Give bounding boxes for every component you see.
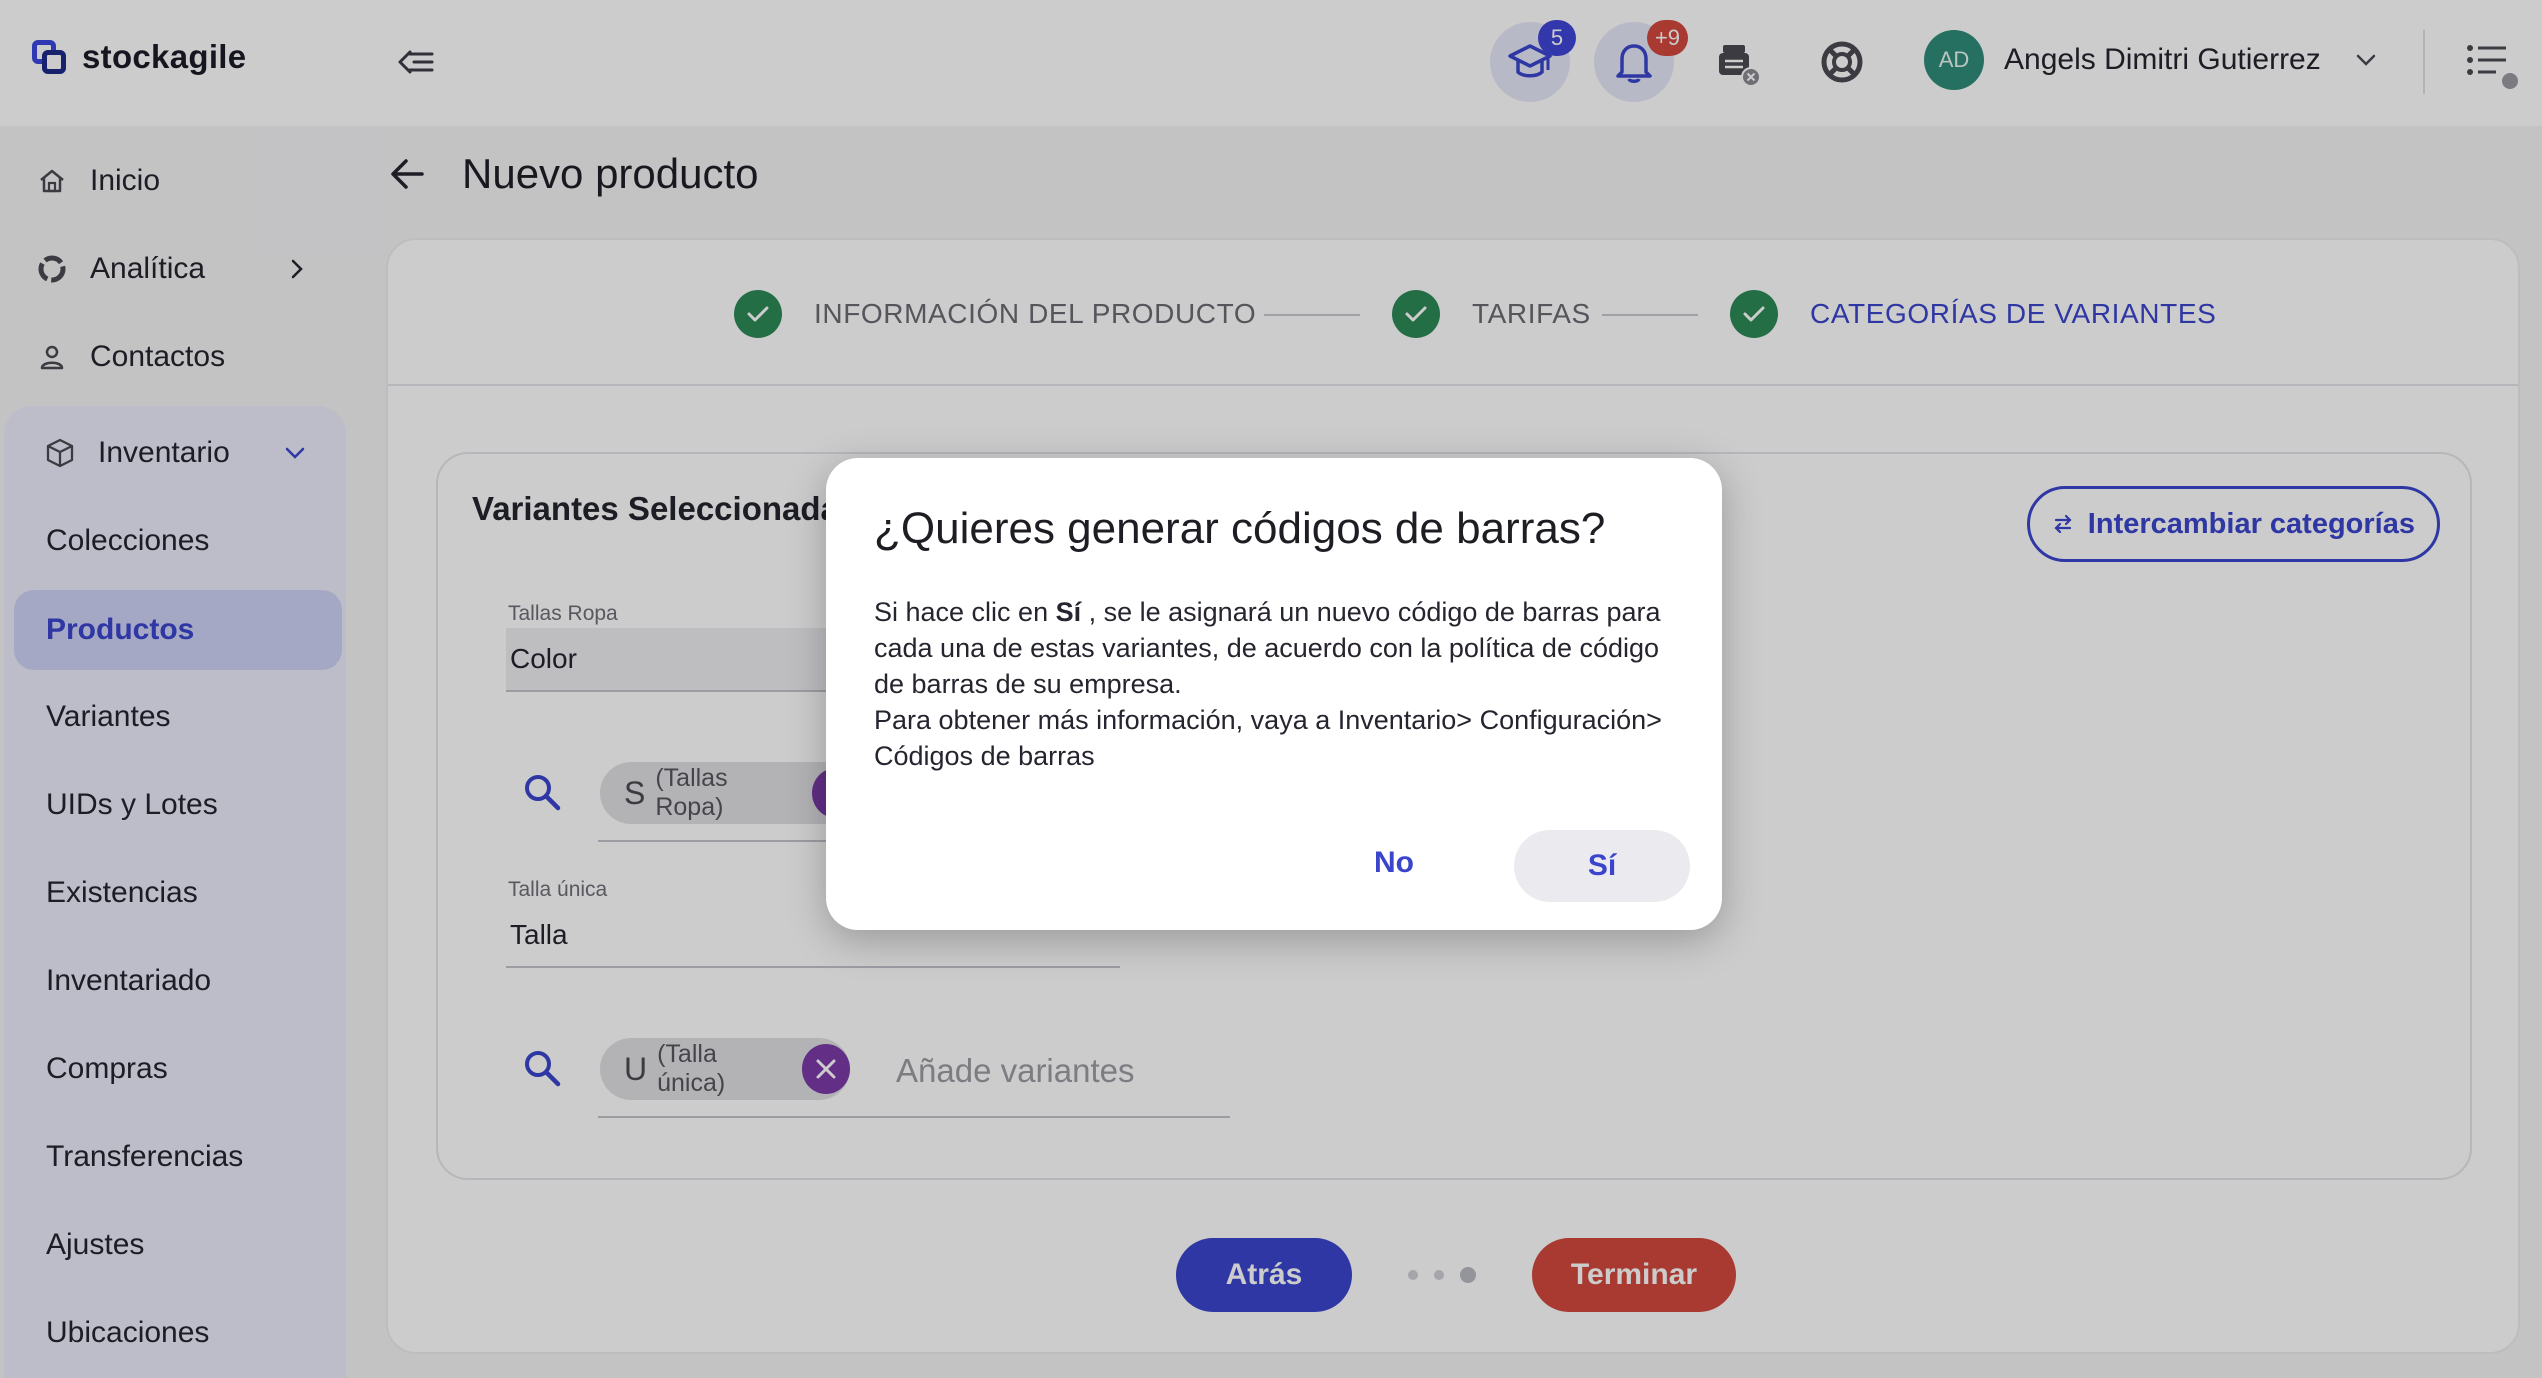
dialog-yes-button[interactable]: Sí	[1514, 830, 1690, 902]
dialog-no-button[interactable]: No	[1316, 826, 1472, 900]
dialog-body: Si hace clic en Sí , se le asignará un n…	[874, 594, 1694, 774]
dialog-text: Si hace clic en	[874, 597, 1056, 627]
dialog-title: ¿Quieres generar códigos de barras?	[874, 504, 1606, 553]
dialog-text-bold: Sí	[1055, 597, 1082, 627]
dialog-text: Para obtener más información, vaya a Inv…	[874, 705, 1662, 771]
